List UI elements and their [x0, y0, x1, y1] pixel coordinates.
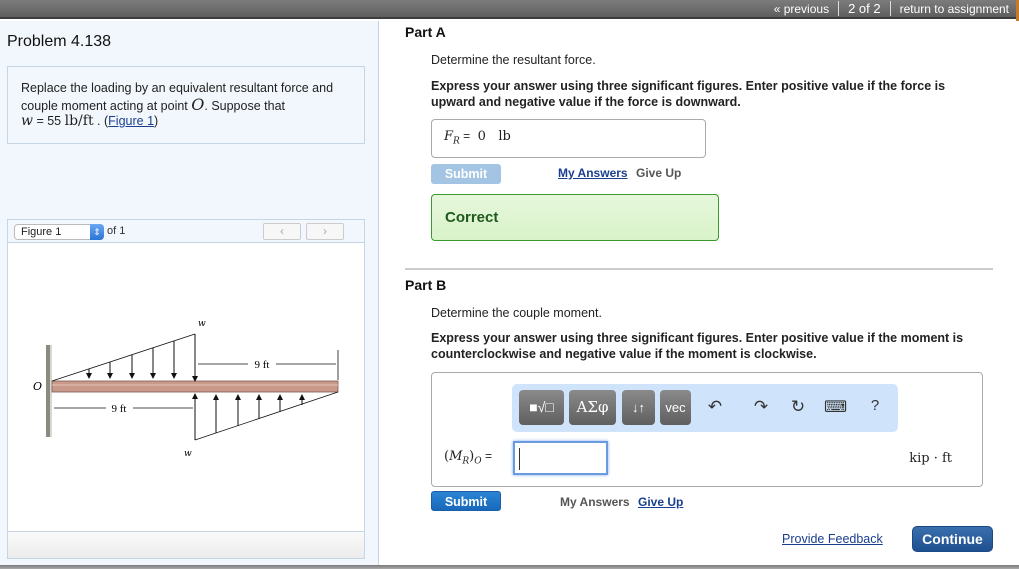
nav-separator [889, 1, 891, 16]
w-value: = 55 [32, 114, 65, 128]
correct-feedback: Correct [431, 194, 719, 241]
label-w-bottom: w [184, 449, 192, 459]
answer-equals: = [459, 129, 474, 143]
moment-point-subscript: O [474, 456, 482, 467]
help-icon[interactable]: ? [864, 397, 886, 414]
problem-panel: Problem 4.138 Replace the loading by an … [0, 21, 379, 565]
return-to-assignment-link[interactable]: return to assignment [900, 2, 1009, 16]
moment-answer-input[interactable] [513, 441, 608, 475]
figure-select[interactable]: Figure 1 ⇕ [14, 224, 104, 240]
answer-panel: Part A Determine the resultant force. Ex… [380, 21, 1019, 565]
figure-link-prefix: . ( [93, 114, 109, 128]
part-divider [405, 268, 993, 270]
nav-separator [838, 1, 840, 16]
item-position: 2 of 2 [848, 1, 881, 16]
window-bottom-edge [0, 565, 1019, 569]
part-a-question: Determine the resultant force. [431, 53, 596, 67]
label-point-O: O [33, 380, 42, 393]
statement-text-2: . Suppose that [204, 98, 285, 113]
part-b-give-up-link[interactable]: Give Up [638, 495, 683, 509]
part-a-instructions: Express your answer using three signific… [431, 79, 946, 109]
figure-link-suffix: ) [154, 114, 159, 128]
beam-diagram: 9 ft 9 ft O w w [33, 319, 339, 459]
greek-symbols-button[interactable]: ΑΣφ [569, 390, 616, 425]
moment-label: (MR)O = [444, 449, 492, 467]
part-b-instructions: Express your answer using three signific… [431, 331, 964, 361]
top-bar: « previous 2 of 2 return to assignment [0, 0, 1019, 30]
w-unit: lb/ft [64, 113, 94, 129]
chevron-left-icon: ‹ [280, 224, 284, 238]
part-a-my-answers-link[interactable]: My Answers [558, 166, 628, 180]
moment-equals: = [481, 449, 492, 463]
reset-icon[interactable]: ↻ [787, 397, 809, 417]
templates-button[interactable]: ■√□ [519, 390, 564, 425]
part-a-answer-value: 0 [477, 129, 486, 144]
w-symbol: w [21, 113, 33, 129]
keyboard-icon[interactable]: ⌨ [824, 397, 847, 417]
part-b-question: Determine the couple moment. [431, 306, 602, 320]
statement-text: Replace the loading by an equivalent res… [21, 81, 334, 113]
vector-button[interactable]: vec [660, 390, 691, 425]
dim-label-bottom: 9 ft [112, 403, 127, 415]
figure-link[interactable]: Figure 1 [108, 114, 154, 128]
part-a-unit: lb [498, 129, 511, 144]
figure-header: Figure 1 ⇕ of 1 ‹ › [8, 220, 364, 243]
problem-title: Problem 4.138 [7, 33, 112, 50]
text-cursor [519, 448, 520, 470]
figure-panel: Figure 1 ⇕ of 1 ‹ › 9 ft 9 ft O w w [7, 219, 365, 559]
beam [51, 380, 339, 393]
wall-support [46, 345, 50, 437]
dim-label-top: 9 ft [255, 359, 270, 371]
part-a-give-up-link: Give Up [636, 166, 682, 180]
figure-footer [8, 531, 364, 558]
part-b-my-answers-link: My Answers [560, 495, 630, 509]
chevron-right-icon: › [323, 224, 327, 238]
part-b-submit-button[interactable]: Submit [431, 491, 501, 511]
label-w-top: w [198, 319, 206, 329]
moment-variable: M [449, 449, 463, 464]
next-figure-button[interactable]: › [306, 223, 344, 240]
part-b-title: Part B [405, 277, 447, 293]
previous-link[interactable]: « previous [774, 2, 829, 16]
answer-subscript: R [453, 136, 460, 147]
point-symbol: O [191, 94, 205, 114]
select-spinner-icon: ⇕ [90, 224, 104, 240]
continue-button[interactable]: Continue [912, 526, 993, 552]
moment-unit: kip · ft [909, 451, 952, 466]
problem-statement: Replace the loading by an equivalent res… [7, 66, 365, 144]
part-b-answer-box: ■√□ ΑΣφ ↓↑ vec ↶ ↷ ↻ ⌨ ? (MR)O = kip · f… [431, 372, 983, 487]
answer-variable: F [444, 129, 454, 144]
part-a-title: Part A [405, 24, 446, 40]
arrows-button[interactable]: ↓↑ [622, 390, 655, 425]
part-a-submit-button[interactable]: Submit [431, 164, 501, 184]
top-navigation: « previous 2 of 2 return to assignment [774, 0, 1009, 17]
provide-feedback-link[interactable]: Provide Feedback [782, 532, 883, 546]
part-a-answer-box: FR = 0 lb [431, 119, 706, 158]
math-toolbar: ■√□ ΑΣφ ↓↑ vec ↶ ↷ ↻ ⌨ ? [512, 384, 898, 432]
figure-count: of 1 [107, 225, 126, 237]
redo-icon[interactable]: ↷ [750, 397, 772, 417]
previous-figure-button[interactable]: ‹ [263, 223, 301, 240]
figure-select-value: Figure 1 [21, 226, 62, 238]
undo-icon[interactable]: ↶ [704, 397, 726, 417]
